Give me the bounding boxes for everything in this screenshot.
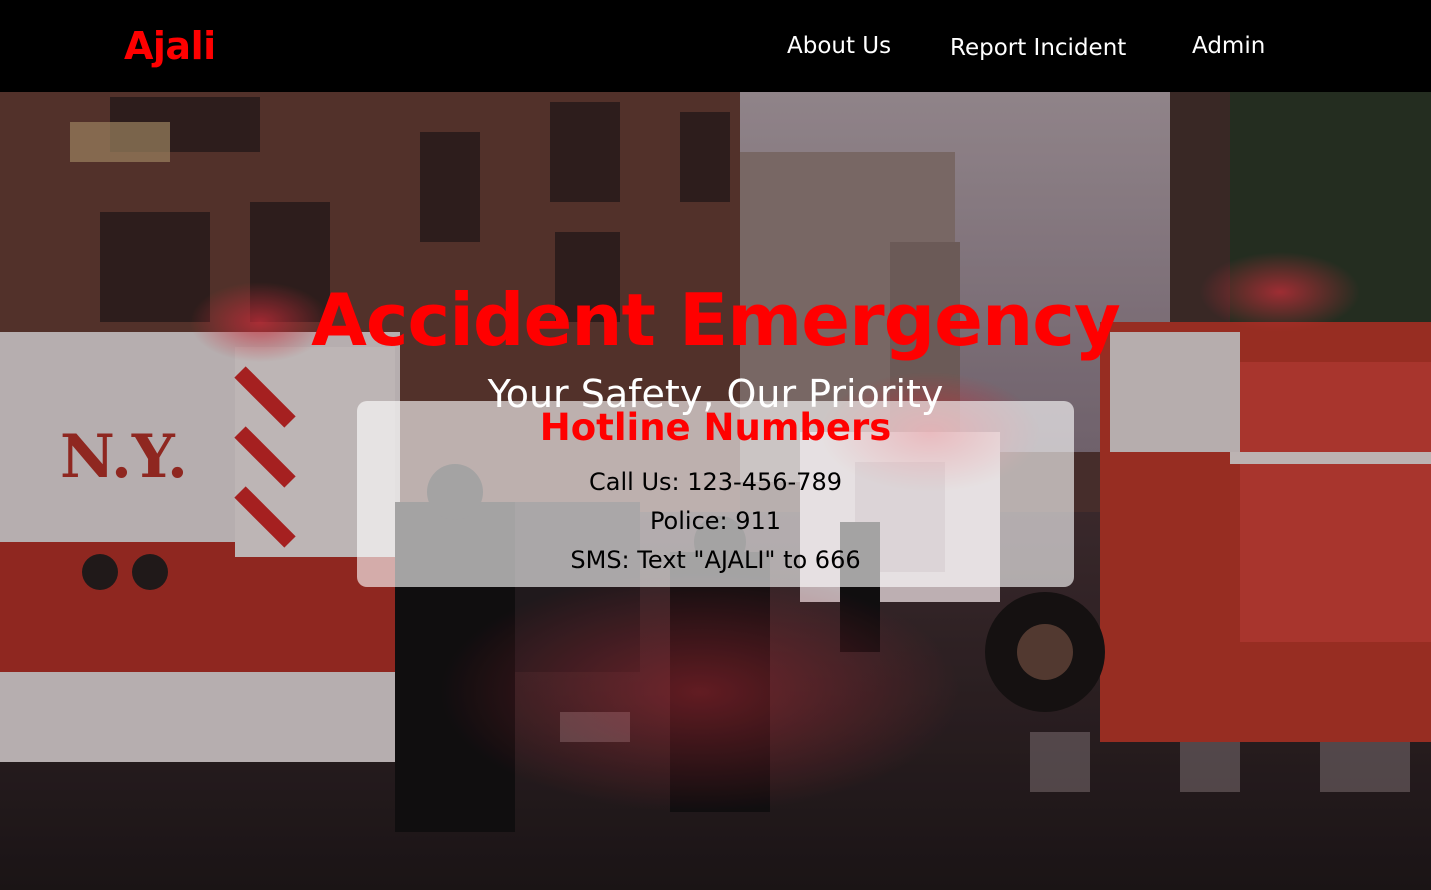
nav-link-about-us[interactable]: About Us [787, 30, 891, 62]
hotline-list: Call Us: 123-456-789 Police: 911 SMS: Te… [357, 463, 1074, 580]
hotline-call-number: Call Us: 123-456-789 [589, 468, 842, 496]
nav-link-admin[interactable]: Admin [1192, 30, 1265, 62]
top-navbar: Ajali About Us Report Incident Admin [0, 0, 1431, 92]
hotline-sms-number: SMS: Text "AJALI" to 666 [570, 546, 861, 574]
hotline-title: Hotline Numbers [539, 406, 892, 449]
hero-section: N.Y. Accident Emergency Your Safety, Our… [0, 92, 1431, 890]
hero-title: Accident Emergency [311, 278, 1121, 363]
hotline-police-number: Police: 911 [649, 507, 782, 535]
nav-link-report-incident[interactable]: Report Incident [950, 32, 1126, 64]
hotline-card: Hotline Numbers Call Us: 123-456-789 Pol… [357, 401, 1074, 587]
nav-links: About Us Report Incident Admin [0, 30, 1431, 62]
